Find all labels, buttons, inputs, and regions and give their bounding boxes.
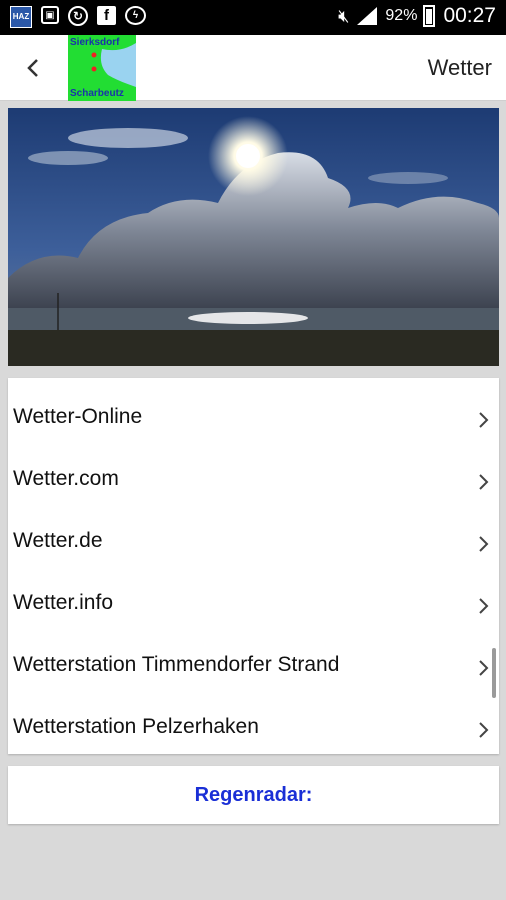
messenger-icon: ϟ bbox=[125, 6, 146, 25]
battery-percent: 92% bbox=[385, 7, 418, 24]
app-logo: Sierksdorf Scharbeutz bbox=[68, 35, 136, 101]
regenradar-button[interactable]: Regenradar: bbox=[8, 766, 499, 824]
chevron-right-icon bbox=[479, 474, 489, 490]
chevron-right-icon bbox=[479, 536, 489, 552]
chevron-right-icon bbox=[479, 598, 489, 614]
list-item-label: Wetter.com bbox=[13, 467, 119, 490]
app-bar: Sierksdorf Scharbeutz Wetter bbox=[0, 35, 506, 101]
back-button[interactable] bbox=[18, 53, 48, 83]
list-item-label: Wetterstation Pelzerhaken bbox=[13, 715, 259, 738]
signal-icon bbox=[357, 7, 378, 25]
list-item-wetter-com[interactable]: Wetter.com bbox=[8, 446, 499, 508]
mute-icon: 🔇︎ bbox=[338, 5, 350, 26]
list-item-wetter-de[interactable]: Wetter.de bbox=[8, 508, 499, 570]
list-item-label: Wetter-Online bbox=[13, 405, 143, 428]
list-item-wetterstation-timmendorfer-strand[interactable]: Wetterstation Timmendorfer Strand bbox=[8, 632, 499, 694]
list-item-label: Wetterstation Timmendorfer Strand bbox=[13, 653, 340, 676]
logo-text-sierksdorf: Sierksdorf bbox=[70, 37, 120, 48]
clock: 00:27 bbox=[443, 4, 496, 27]
battery-icon bbox=[423, 5, 436, 27]
chevron-right-icon bbox=[479, 412, 489, 428]
hero-image bbox=[8, 108, 499, 366]
list-item-wetter-online[interactable]: Wetter-Online bbox=[8, 384, 499, 446]
regenradar-label: Regenradar: bbox=[194, 783, 313, 806]
notification-icons: HAZ ▣ ↻ f ϟ bbox=[10, 6, 146, 28]
system-status: 🔇︎ 92% 00:27 bbox=[338, 4, 496, 28]
list-item-label: Wetter.de bbox=[13, 529, 103, 552]
list-item-wetter-info[interactable]: Wetter.info bbox=[8, 570, 499, 632]
weather-photo bbox=[8, 108, 499, 366]
chevron-right-icon bbox=[479, 722, 489, 738]
weather-links-list: Wetter-Online Wetter.com Wetter.de Wette… bbox=[8, 378, 499, 754]
logo-text-scharbeutz: Scharbeutz bbox=[70, 88, 124, 99]
screenshot-icon: ▣ bbox=[41, 6, 59, 24]
list-item-wetterstation-pelzerhaken[interactable]: Wetterstation Pelzerhaken bbox=[8, 694, 499, 754]
chevron-left-icon bbox=[27, 59, 38, 77]
haz-app-icon: HAZ bbox=[10, 6, 32, 28]
list-item-label: Wetter.info bbox=[13, 591, 113, 614]
haz-label: HAZ bbox=[12, 12, 30, 21]
scrollbar-thumb[interactable] bbox=[492, 648, 496, 698]
page-title: Wetter bbox=[427, 55, 492, 80]
chevron-right-icon bbox=[479, 660, 489, 676]
status-bar: HAZ ▣ ↻ f ϟ 🔇︎ 92% 00:27 bbox=[0, 0, 506, 35]
facebook-icon: f bbox=[97, 6, 116, 25]
sync-icon: ↻ bbox=[68, 6, 88, 26]
